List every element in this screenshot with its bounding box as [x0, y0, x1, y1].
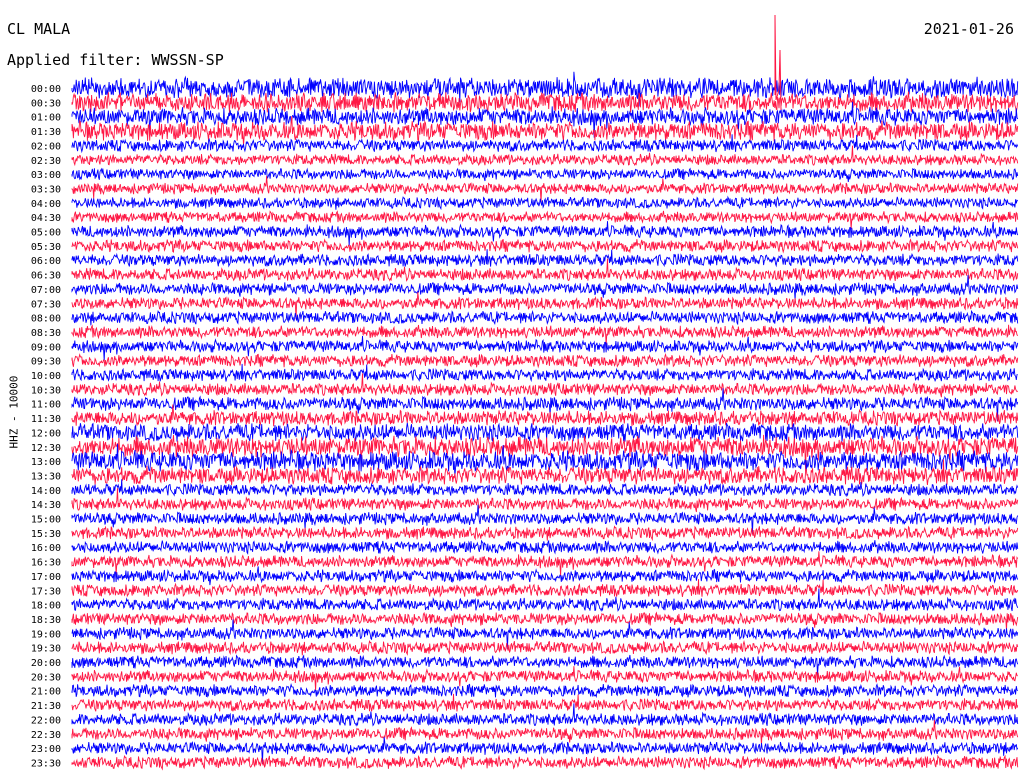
- row-time-label: 05:30: [31, 242, 61, 253]
- trace-row: [71, 719, 1019, 746]
- trace-row: [71, 221, 1019, 247]
- row-time-label: 17:00: [31, 572, 61, 583]
- row-time-label: 22:30: [31, 730, 61, 741]
- row-time-label: 06:00: [31, 256, 61, 267]
- trace-row: [71, 134, 1019, 154]
- row-time-label: 15:00: [31, 515, 61, 526]
- row-time-label: 16:30: [31, 558, 61, 569]
- trace-row: [71, 292, 1019, 320]
- row-time-label: 15:30: [31, 529, 61, 540]
- row-time-label: 02:30: [31, 156, 61, 167]
- trace-row: [71, 479, 1019, 498]
- trace-row: [71, 754, 1019, 771]
- trace-row: [71, 209, 1019, 230]
- row-time-label: 07:30: [31, 299, 61, 310]
- row-time-label: 23:00: [31, 744, 61, 755]
- trace-row: [71, 566, 1019, 586]
- row-time-label: 19:00: [31, 629, 61, 640]
- trace-row: [71, 353, 1019, 369]
- trace-row: [71, 551, 1019, 577]
- trace-row: [71, 422, 1019, 442]
- trace-row: [71, 309, 1019, 326]
- row-time-label: 21:00: [31, 687, 61, 698]
- row-time-label: 21:30: [31, 701, 61, 712]
- trace-row: [71, 693, 1019, 713]
- row-time-label: 17:30: [31, 586, 61, 597]
- trace-row: [71, 654, 1019, 676]
- row-time-label: 09:00: [31, 342, 61, 353]
- row-time-label: 12:00: [31, 428, 61, 439]
- event-spike: [774, 14, 782, 111]
- row-time-label: 00:00: [31, 84, 61, 95]
- row-time-label: 04:00: [31, 199, 61, 210]
- row-time-label: 03:30: [31, 184, 61, 195]
- row-time-label: 08:30: [31, 328, 61, 339]
- trace-row: [71, 683, 1019, 699]
- helicorder-plot: 00:00 00:30 01:00 01:30 02:00 02:30 03:00 03:30…: [31, 14, 1019, 771]
- row-time-label: 20:30: [31, 672, 61, 683]
- row-time-label: 22:00: [31, 715, 61, 726]
- row-time-label: 03:00: [31, 170, 61, 181]
- row-time-label: 04:30: [31, 213, 61, 224]
- row-time-label: 14:30: [31, 500, 61, 511]
- row-time-label: 08:00: [31, 314, 61, 325]
- row-time-label: 11:30: [31, 414, 61, 425]
- row-time-label: 11:00: [31, 400, 61, 411]
- row-time-label: 02:00: [31, 141, 61, 152]
- row-time-label: 16:00: [31, 543, 61, 554]
- trace-row: [71, 434, 1019, 471]
- row-time-label: 06:30: [31, 271, 61, 282]
- row-time-label: 13:00: [31, 457, 61, 468]
- trace-row: [71, 249, 1019, 268]
- row-time-label: 18:30: [31, 615, 61, 626]
- row-time-label: 10:00: [31, 371, 61, 382]
- row-time-label: 13:30: [31, 471, 61, 482]
- trace-row: [71, 167, 1019, 182]
- trace-row: [71, 525, 1019, 542]
- row-time-label: 01:00: [31, 113, 61, 124]
- row-time-label: 10:30: [31, 385, 61, 396]
- row-time-label: 19:30: [31, 644, 61, 655]
- row-time-label: 00:30: [31, 98, 61, 109]
- row-time-label: 23:30: [31, 758, 61, 769]
- trace-row: [71, 639, 1019, 656]
- row-time-label: 09:30: [31, 357, 61, 368]
- row-time-label: 01:30: [31, 127, 61, 138]
- row-time-label: 20:00: [31, 658, 61, 669]
- trace-row: [71, 195, 1019, 211]
- row-time-label: 07:00: [31, 285, 61, 296]
- trace-row: [71, 539, 1019, 555]
- trace-row: [71, 579, 1019, 598]
- trace-row: [71, 238, 1019, 254]
- row-time-label: 12:30: [31, 443, 61, 454]
- row-time-label: 14:00: [31, 486, 61, 497]
- row-time-label: 05:00: [31, 228, 61, 239]
- row-time-label: 18:00: [31, 601, 61, 612]
- trace-row: [71, 363, 1018, 383]
